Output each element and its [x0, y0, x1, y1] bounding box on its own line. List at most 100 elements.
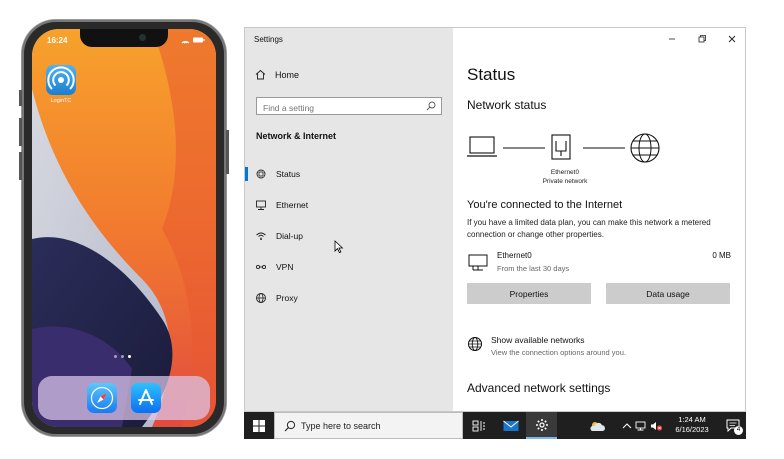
sidebar-item-vpn[interactable]: VPN	[245, 256, 453, 278]
minimize-button[interactable]	[657, 28, 687, 50]
ethernet-adapter-icon	[551, 134, 571, 160]
sidebar-item-ethernet[interactable]: Ethernet	[245, 194, 453, 216]
sidebar-item-home[interactable]: Home	[255, 69, 299, 80]
phone-notch	[80, 29, 168, 47]
sidebar-item-dialup[interactable]: Dial-up	[245, 225, 453, 247]
weather-cloud-icon	[589, 421, 605, 431]
network-status-heading: Network status	[467, 98, 547, 112]
sidebar-item-proxy[interactable]: Proxy	[245, 287, 453, 309]
settings-sidebar: Settings Home Network & Internet	[245, 28, 453, 411]
page-dot-active	[128, 355, 131, 358]
adapter-name: Ethernet0	[550, 169, 580, 176]
tray-icons	[622, 421, 663, 431]
search-icon	[284, 420, 296, 432]
sidebar-item-label: Ethernet	[276, 200, 309, 210]
page-dot	[121, 355, 124, 358]
ethernet-name: Ethernet0	[497, 251, 532, 260]
chevron-up-icon	[622, 422, 632, 428]
logintc-logo-icon	[47, 66, 75, 90]
mail-icon	[502, 420, 519, 431]
window-caption-buttons	[657, 28, 745, 50]
minimize-icon	[669, 38, 675, 40]
ethernet-usage-row: Ethernet0 From the last 30 days 0 MB	[467, 250, 731, 276]
vpn-icon	[255, 261, 267, 273]
taskbar: Type here to search 1:24 AM 6/16/2023 4	[244, 412, 746, 439]
restore-icon	[698, 35, 706, 43]
ethernet-icon	[468, 254, 488, 271]
phone-power-button	[226, 130, 229, 174]
phone-volume-up	[19, 118, 22, 146]
sidebar-home-label: Home	[275, 69, 300, 80]
app-store-icon[interactable]	[131, 383, 161, 413]
page-title: Status	[467, 65, 516, 84]
home-icon	[255, 69, 266, 80]
laptop-icon	[467, 136, 497, 157]
properties-button[interactable]: Properties	[467, 283, 591, 304]
gear-icon	[535, 418, 548, 431]
connected-heading: You're connected to the Internet	[467, 199, 623, 211]
notification-badge: 4	[734, 426, 743, 435]
app-store-a-icon	[138, 389, 154, 405]
sidebar-item-label: Status	[276, 169, 301, 179]
close-button[interactable]	[717, 28, 745, 50]
page-indicator	[114, 355, 131, 358]
ethernet-usage: 0 MB	[712, 251, 731, 260]
connection-description: If you have a limited data plan, you can…	[467, 218, 711, 239]
windows-logo-icon	[253, 419, 265, 432]
taskbar-search-placeholder: Type here to search	[301, 421, 381, 431]
window-title: Settings	[254, 35, 283, 44]
phone-dock	[38, 376, 210, 420]
weather-widget[interactable]	[581, 412, 612, 439]
phone-screen: 16:24 LoginTC	[32, 29, 216, 427]
task-view-icon	[472, 420, 485, 431]
sidebar-item-status[interactable]: Status	[245, 163, 453, 185]
adapter-label: Ethernet0 Private network	[535, 168, 595, 186]
close-icon	[728, 35, 736, 43]
network-tray-icon	[635, 421, 646, 430]
data-usage-button[interactable]: Data usage	[606, 283, 730, 304]
show-networks-subtitle: View the connection options around you.	[491, 348, 626, 357]
taskbar-date: 6/16/2023	[675, 425, 709, 434]
sidebar-item-label: Dial-up	[276, 231, 303, 241]
status-icon	[255, 168, 267, 180]
action-center-button[interactable]: 4	[720, 412, 746, 439]
dialup-icon	[255, 230, 267, 242]
find-setting-input[interactable]	[257, 100, 417, 116]
taskbar-clock[interactable]: 1:24 AM 6/16/2023	[666, 415, 718, 435]
restore-button[interactable]	[687, 28, 717, 50]
find-setting-search-box[interactable]	[256, 97, 442, 116]
desktop: 16:24 LoginTC Settings Home Find a setti…	[0, 0, 784, 459]
ethernet-period: From the last 30 days	[497, 264, 570, 273]
globe-icon	[468, 337, 482, 351]
compass-icon	[90, 386, 114, 410]
system-tray	[622, 412, 666, 439]
mail-app-button[interactable]	[495, 412, 526, 439]
phone-frame: 16:24 LoginTC	[19, 20, 229, 436]
taskbar-search-box[interactable]: Type here to search	[274, 412, 463, 439]
search-icon	[426, 101, 436, 111]
phone-status-icons	[181, 37, 205, 44]
phone-clock: 16:24	[47, 36, 68, 45]
logintc-app-icon[interactable]	[46, 65, 76, 95]
sidebar-item-label: Proxy	[276, 293, 298, 303]
ethernet-icon	[255, 199, 267, 211]
phone-mute-switch	[19, 90, 22, 106]
settings-app-button[interactable]	[526, 412, 557, 439]
internet-globe-icon	[630, 133, 660, 163]
show-available-networks-link[interactable]: Show available networks View the connect…	[467, 334, 727, 360]
sidebar-item-label: VPN	[276, 262, 294, 272]
advanced-settings-heading: Advanced network settings	[467, 381, 611, 395]
mouse-cursor-icon	[334, 240, 344, 254]
network-diagram	[467, 133, 660, 163]
volume-muted-icon	[651, 421, 663, 431]
safari-app-icon[interactable]	[87, 383, 117, 413]
taskbar-time: 1:24 AM	[678, 415, 706, 424]
adapter-type: Private network	[542, 178, 588, 185]
app-label: LoginTC	[50, 98, 72, 104]
start-button[interactable]	[244, 412, 274, 439]
show-networks-title: Show available networks	[491, 335, 585, 345]
settings-window: Settings Home Network & Internet	[244, 27, 746, 412]
settings-main: Status Network status Ethernet0 Private …	[453, 28, 745, 411]
task-view-button[interactable]	[463, 412, 494, 439]
phone-volume-down	[19, 152, 22, 180]
